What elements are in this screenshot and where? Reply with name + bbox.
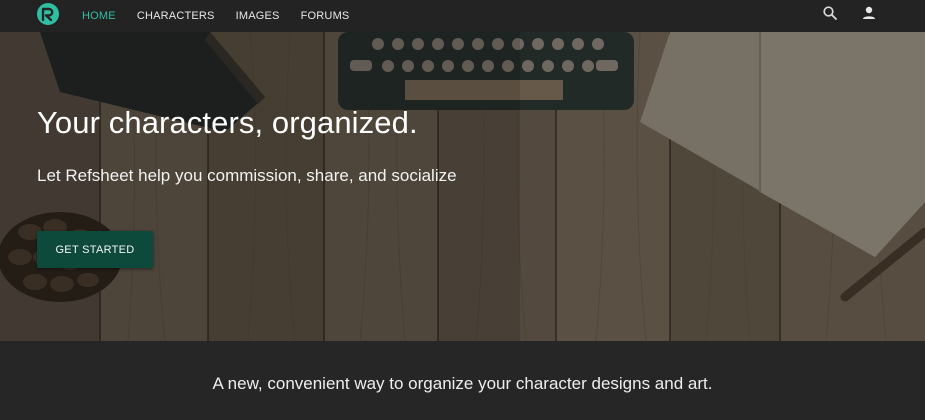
nav-links: HOME CHARACTERS IMAGES FORUMS <box>82 0 370 32</box>
tagline-section: A new, convenient way to organize your c… <box>0 341 925 420</box>
nav-link-forums[interactable]: FORUMS <box>301 5 350 27</box>
user-icon[interactable] <box>861 5 877 21</box>
tagline-text: A new, convenient way to organize your c… <box>212 374 713 393</box>
search-icon[interactable] <box>822 5 838 21</box>
nav-link-images[interactable]: IMAGES <box>236 5 280 27</box>
hero-title: Your characters, organized. <box>37 105 418 140</box>
hero-banner: Your characters, organized. Let Refsheet… <box>0 32 925 341</box>
nav-link-home[interactable]: HOME <box>82 5 116 27</box>
top-navbar: HOME CHARACTERS IMAGES FORUMS <box>0 0 925 32</box>
get-started-button[interactable]: GET STARTED <box>37 231 153 268</box>
refsheet-logo-icon[interactable] <box>36 2 60 26</box>
hero-subtitle: Let Refsheet help you commission, share,… <box>37 166 457 185</box>
nav-link-characters[interactable]: CHARACTERS <box>137 5 215 27</box>
hero-background-image <box>0 32 925 341</box>
